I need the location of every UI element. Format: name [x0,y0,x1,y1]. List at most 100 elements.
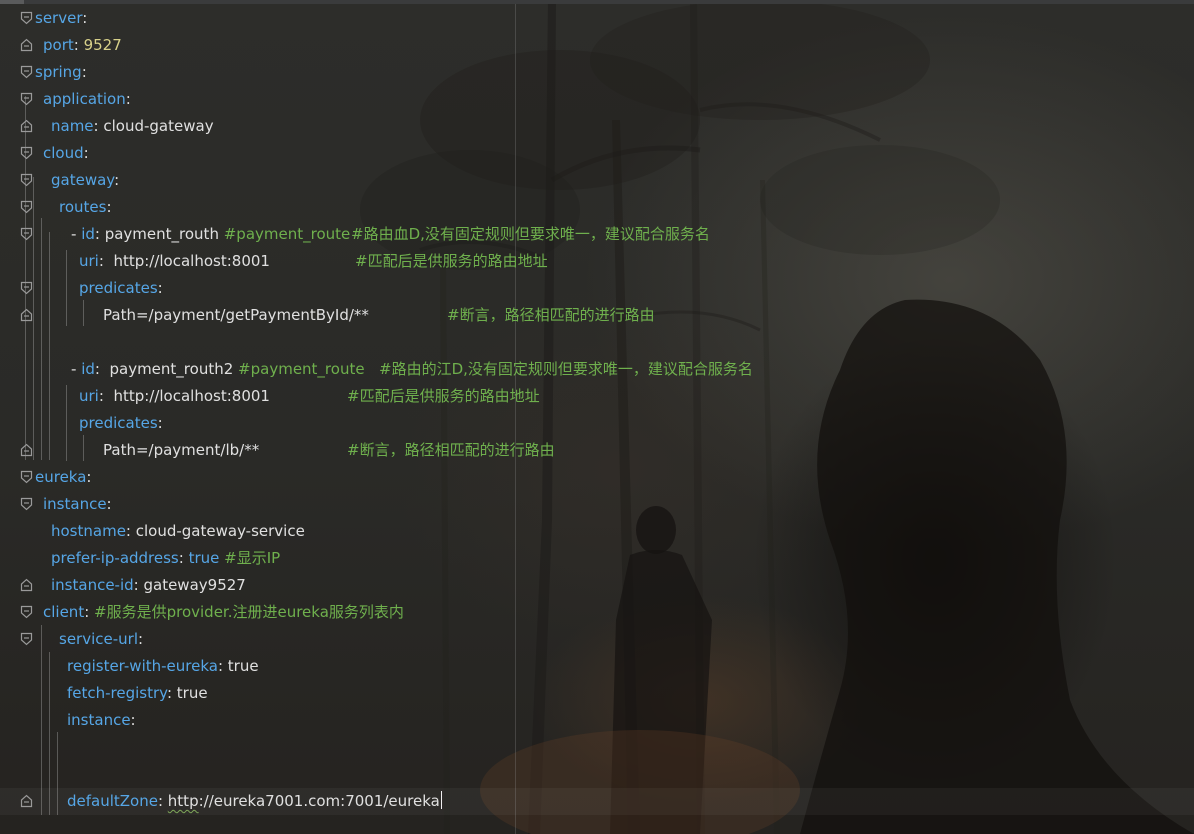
code-line[interactable]: eureka: [35,464,91,491]
yaml-value: cloud-gateway-service [135,522,305,540]
fold-open-icon[interactable] [20,470,33,484]
yaml-key: spring [35,63,82,81]
yaml-colon: : [114,171,120,189]
indent-guide [49,232,50,460]
indent-guide [83,435,84,461]
yaml-key: predicates [79,279,158,297]
code-line[interactable]: uri: http://localhost:8001 [79,248,270,275]
code-line[interactable]: prefer-ip-address: true #显示IP [51,545,280,572]
yaml-comment: #显示IP [224,549,281,567]
yaml-colon: : [106,495,112,513]
code-line[interactable]: hostname: cloud-gateway-service [51,518,305,545]
code-line-comment[interactable]: #断言，路径相匹配的进行路由 [447,302,655,329]
yaml-comment: #payment_route [238,360,365,378]
code-line[interactable]: name: cloud-gateway [51,113,214,140]
yaml-comment: #断言，路径相匹配的进行路由 [447,306,655,324]
yaml-value: http://localhost:8001 [113,387,270,405]
indent-guide [83,300,84,326]
yaml-key: hostname [51,522,126,540]
code-line[interactable]: gateway: [51,167,119,194]
fold-open-icon[interactable] [20,227,33,241]
yaml-value: gateway9527 [143,576,246,594]
yaml-value: payment_routh [104,225,219,243]
fold-open-icon[interactable] [20,146,33,160]
fold-open-icon[interactable] [20,200,33,214]
code-line[interactable]: predicates: [79,410,163,437]
yaml-value: cloud-gateway [103,117,214,135]
code-line[interactable]: predicates: [79,275,163,302]
yaml-value: payment_routh2 [109,360,234,378]
code-line-comment[interactable]: #路由血D,没有固定规则但要求唯一，建议配合服务名 [351,221,710,248]
code-line[interactable]: instance-id: gateway9527 [51,572,246,599]
yaml-boolean-value: true [188,549,220,567]
fold-open-icon[interactable] [20,497,33,511]
code-line-comment[interactable]: #断言，路径相匹配的进行路由 [347,437,555,464]
code-line[interactable]: fetch-registry: true [67,680,208,707]
yaml-list-dash: - [71,360,82,378]
yaml-colon: : [98,252,114,270]
fold-open-icon[interactable] [20,281,33,295]
yaml-colon: : [130,711,136,729]
yaml-colon: : [178,549,189,567]
code-line[interactable]: client: #服务是供provider.注册进eureka服务列表内 [43,599,404,626]
fold-end-icon[interactable] [20,308,33,322]
yaml-colon: : [84,603,95,621]
fold-open-icon[interactable] [20,632,33,646]
fold-end-icon[interactable] [20,794,33,808]
yaml-key: name [51,117,94,135]
code-line[interactable]: instance: [67,707,136,734]
code-line[interactable]: service-url: [59,626,143,653]
fold-end-icon[interactable] [20,119,33,133]
yaml-colon: : [137,630,144,648]
code-line[interactable]: - id: payment_routh #payment_route [71,221,350,248]
fold-end-icon[interactable] [20,578,33,592]
code-editor[interactable]: server: port: 9527 spring: application: … [0,0,1194,834]
yaml-key: fetch-registry [67,684,167,702]
yaml-colon: : [217,657,228,675]
fold-open-icon[interactable] [20,65,33,79]
yaml-comment: #断言，路径相匹配的进行路由 [347,441,555,459]
yaml-colon: : [86,468,92,486]
fold-open-icon[interactable] [20,11,33,25]
code-line[interactable]: - id: payment_routh2 #payment_route [71,356,365,383]
yaml-colon: : [157,414,163,432]
yaml-key: gateway [51,171,115,189]
yaml-comment: #服务是供provider.注册进eureka服务列表内 [94,603,404,621]
code-line[interactable]: port: 9527 [43,32,122,59]
code-line[interactable]: application: [43,86,131,113]
yaml-value: http://localhost:8001 [113,252,270,270]
yaml-number-value: 9527 [83,36,122,54]
spellcheck-underlined-text[interactable]: http [168,792,199,810]
fold-open-icon[interactable] [20,173,33,187]
yaml-key: eureka [35,468,87,486]
fold-open-icon[interactable] [20,605,33,619]
yaml-comment: #payment_route [223,225,351,243]
text-caret [440,791,442,809]
code-line-comment[interactable]: #路由的江D,没有固定规则但要求唯一，建议配合服务名 [379,356,753,383]
fold-end-icon[interactable] [20,38,33,52]
code-line[interactable]: Path=/payment/lb/** [103,437,259,464]
code-line[interactable]: routes: [59,194,112,221]
code-line[interactable]: register-with-eureka: true [67,653,259,680]
yaml-key: predicates [79,414,158,432]
fold-open-icon[interactable] [20,92,33,106]
code-line-current[interactable]: defaultZone: http://eureka7001.com:7001/… [67,788,442,815]
code-line[interactable]: cloud: [43,140,89,167]
yaml-key: uri [79,387,99,405]
yaml-list-dash: - [71,225,82,243]
active-tab-marker[interactable] [0,0,24,4]
yaml-colon: : [166,684,177,702]
code-line[interactable]: uri: http://localhost:8001 [79,383,270,410]
code-line[interactable]: Path=/payment/getPaymentById/** [103,302,369,329]
fold-end-icon[interactable] [20,443,33,457]
code-line-comment[interactable]: #匹配后是供服务的路由地址 [347,383,540,410]
yaml-colon: : [94,360,110,378]
yaml-key: instance [43,495,107,513]
yaml-key: register-with-eureka [67,657,218,675]
code-line[interactable]: server: [35,5,87,32]
right-margin-guide [515,4,516,834]
code-line-comment[interactable]: #匹配后是供服务的路由地址 [355,248,548,275]
code-line[interactable]: instance: [43,491,112,518]
code-line[interactable]: spring: [35,59,87,86]
yaml-key: instance [67,711,131,729]
